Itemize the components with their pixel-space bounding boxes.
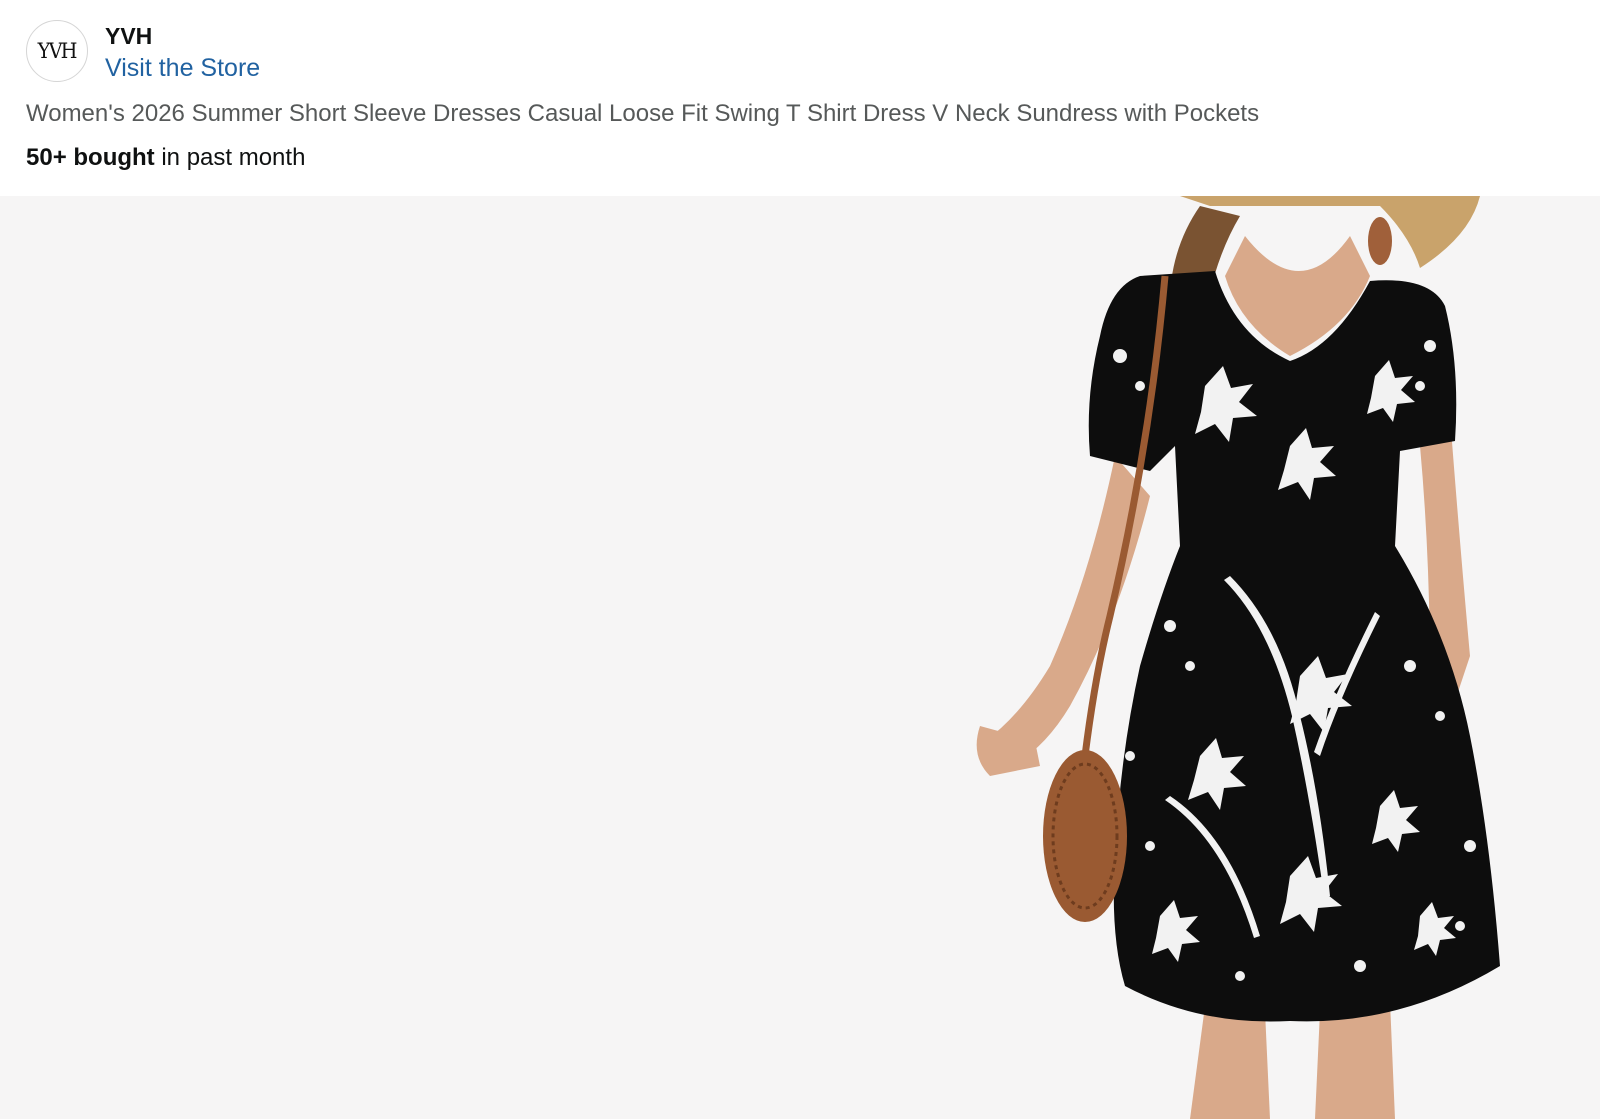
bought-count: 50+ bought	[26, 144, 155, 171]
store-logo[interactable]: YVH	[26, 20, 88, 82]
bought-in-past-month: 50+ bought in past month	[26, 143, 305, 173]
product-title: Women's 2026 Summer Short Sleeve Dresses…	[26, 100, 1260, 127]
earring-icon	[1368, 217, 1392, 265]
product-image[interactable]	[0, 196, 1600, 1119]
left-arm-icon	[985, 456, 1150, 771]
visit-store-link[interactable]: Visit the Store	[105, 53, 260, 83]
left-leg-icon	[1190, 1006, 1270, 1119]
product-page: YVH YVH Visit the Store Women's 2026 Sum…	[0, 0, 1600, 1119]
product-photo-dress-icon	[976, 196, 1500, 1119]
store-logo-text: YVH	[37, 39, 78, 63]
product-header: YVH YVH Visit the Store Women's 2026 Sum…	[0, 0, 1600, 196]
store-name[interactable]: YVH	[105, 22, 152, 50]
round-bag-icon	[1043, 750, 1127, 922]
bought-suffix: in past month	[154, 144, 306, 171]
